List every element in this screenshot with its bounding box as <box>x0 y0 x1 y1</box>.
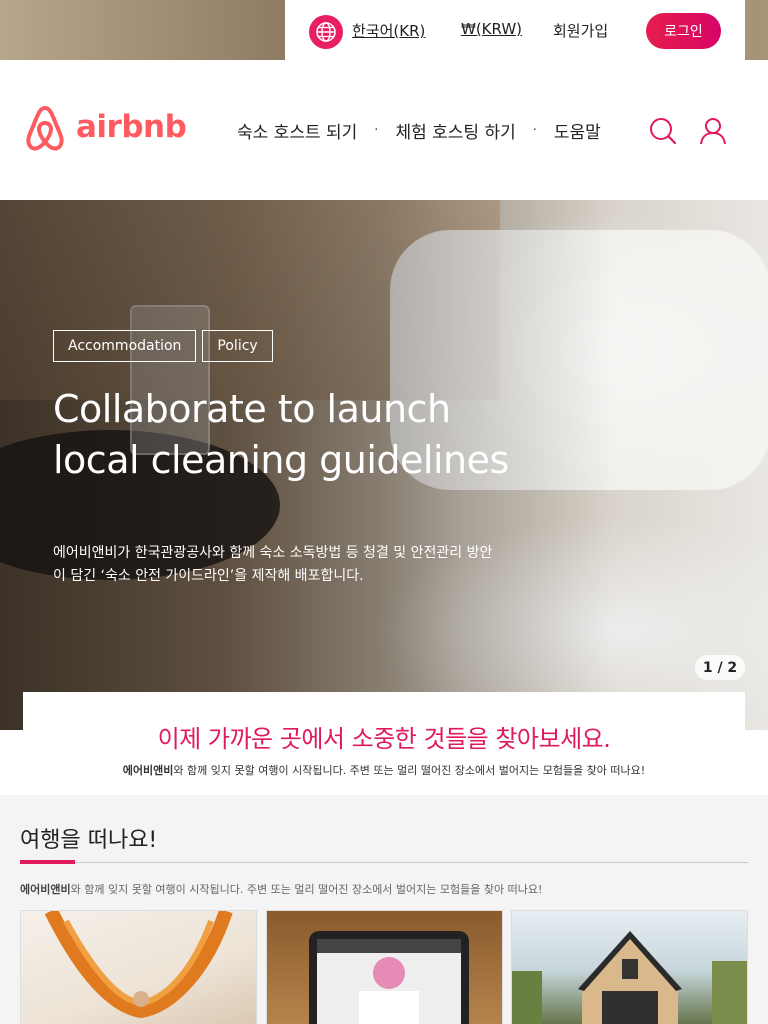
nav-separator: · <box>532 123 537 138</box>
hero-title: Collaborate to launch local cleaning gui… <box>53 384 573 486</box>
travel-section: 여행을 떠나요! 에어비앤비와 함께 잊지 못할 여행이 시작됩니다. 주변 또… <box>0 795 768 1024</box>
hero-desc-line2: 이 담긴 ‘숙소 안전 가이드라인’을 제작해 배포합니다. <box>53 568 364 584</box>
hero-desc-line1: 에어비앤비가 한국관광공사와 함께 숙소 소독방법 등 청결 및 안전관리 방안 <box>53 545 493 561</box>
nav-item-host-stay[interactable]: 숙소 호스트 되기 <box>237 118 357 143</box>
airbnb-logo[interactable]: airbnb <box>22 102 187 152</box>
section-divider <box>20 862 748 863</box>
nav-item-help[interactable]: 도움말 <box>554 118 601 143</box>
user-icon[interactable] <box>699 117 727 145</box>
language-selector[interactable]: 한국어(KR) <box>352 20 425 41</box>
main-header: airbnb 숙소 호스트 되기 · 체험 호스팅 하기 · 도움말 <box>0 60 768 200</box>
carousel-pager: 1 / 2 <box>695 655 745 680</box>
hero-tags: Accommodation Policy <box>53 330 273 362</box>
promo-sub-text: 와 함께 잊지 못할 여행이 시작됩니다. 주변 또는 멀리 떨어진 장소에서 … <box>173 764 646 777</box>
experience-card-online[interactable] <box>266 910 503 1024</box>
online-experience-image <box>309 931 469 1024</box>
tag-policy[interactable]: Policy <box>202 330 273 362</box>
login-button[interactable]: 로그인 <box>646 13 721 49</box>
search-icon[interactable] <box>649 117 677 145</box>
experience-card-cabin[interactable] <box>511 910 748 1024</box>
hero-title-line2: local cleaning guidelines <box>53 438 509 482</box>
promo-title: 이제 가까운 곳에서 소중한 것들을 찾아보세요. <box>157 725 611 753</box>
section-title: 여행을 떠나요! <box>20 828 158 853</box>
promo-side-fill <box>0 730 23 795</box>
nav-item-host-experience[interactable]: 체험 호스팅 하기 <box>395 118 515 143</box>
promo-brand: 에어비앤비 <box>122 764 174 777</box>
logo-wordmark: airbnb <box>76 109 187 145</box>
currency-selector[interactable]: ₩(KRW) <box>461 20 522 38</box>
globe-icon[interactable] <box>309 15 343 49</box>
promo-subtitle: 에어비앤비와 함께 잊지 못할 여행이 시작됩니다. 주변 또는 멀리 떨어진 … <box>23 762 745 778</box>
section-description: 에어비앤비와 함께 잊지 못할 여행이 시작됩니다. 주변 또는 멀리 떨어진 … <box>20 881 542 897</box>
promo-side-fill <box>745 730 768 795</box>
utility-bar: 한국어(KR) ₩(KRW) 회원가입 로그인 <box>285 0 745 60</box>
main-nav: 숙소 호스트 되기 · 체험 호스팅 하기 · 도움말 <box>237 118 601 143</box>
hammock-image <box>44 911 233 1019</box>
hero-title-line1: Collaborate to launch <box>53 387 451 431</box>
hero-carousel[interactable]: Accommodation Policy Collaborate to laun… <box>0 200 768 730</box>
experience-card-hammock[interactable] <box>20 910 257 1024</box>
tag-accommodation[interactable]: Accommodation <box>53 330 197 362</box>
airbnb-belo-icon <box>26 106 64 151</box>
signup-link[interactable]: 회원가입 <box>553 20 608 41</box>
cabin-image <box>512 931 747 1024</box>
section-brand: 에어비앤비 <box>20 883 71 896</box>
promo-banner: 이제 가까운 곳에서 소중한 것들을 찾아보세요. 에어비앤비와 함께 잊지 못… <box>23 692 745 795</box>
hero-description: 에어비앤비가 한국관광공사와 함께 숙소 소독방법 등 청결 및 안전관리 방안… <box>53 542 533 588</box>
nav-separator: · <box>374 123 379 138</box>
section-accent-bar <box>20 860 75 864</box>
section-desc-text: 와 함께 잊지 못할 여행이 시작됩니다. 주변 또는 멀리 떨어진 장소에서 … <box>70 883 543 896</box>
